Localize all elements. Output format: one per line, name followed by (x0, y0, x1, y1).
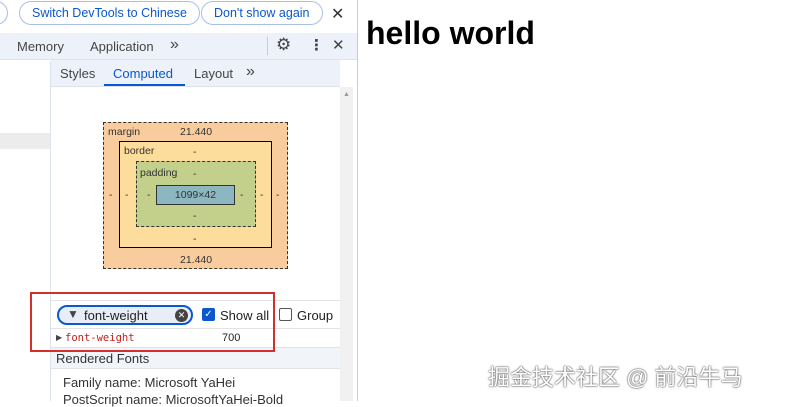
font-family-name: Family name: Microsoft YaHei (63, 375, 236, 390)
padding-left-value[interactable]: - (147, 189, 151, 201)
margin-right-value[interactable]: - (276, 189, 280, 201)
switch-to-chinese-button[interactable]: Switch DevTools to Chinese (19, 1, 200, 25)
divider (267, 37, 268, 55)
close-infobar-icon[interactable]: ✕ (331, 4, 344, 24)
highlight-annotation (30, 292, 275, 352)
watermark: 掘金技术社区 @ 前沿牛马 (488, 365, 743, 390)
padding-right-value[interactable]: - (240, 189, 244, 201)
font-postscript-name: PostScript name: MicrosoftYaHei-Bold (63, 392, 284, 407)
settings-gear-icon[interactable]: ⚙ (276, 35, 291, 55)
more-subtabs-icon[interactable]: » (246, 63, 255, 81)
tab-styles[interactable]: Styles (60, 66, 95, 81)
border-right-value[interactable]: - (260, 189, 264, 201)
scrollbar[interactable] (340, 87, 353, 401)
group-checkbox[interactable] (279, 308, 292, 321)
border-bottom-value[interactable]: - (193, 233, 197, 245)
border-top-value[interactable]: - (193, 146, 197, 158)
tab-layout[interactable]: Layout (194, 66, 233, 81)
tab-application[interactable]: Application (90, 39, 154, 54)
padding-top-value[interactable]: - (193, 168, 197, 180)
padding-label: padding (140, 167, 178, 179)
sidebar-tabbar: Styles Computed Layout » (51, 60, 340, 87)
more-tabs-icon[interactable]: » (170, 36, 179, 54)
infobar-button-partial[interactable] (0, 1, 8, 25)
selected-node-row[interactable] (0, 133, 50, 149)
margin-left-value[interactable]: - (109, 189, 113, 201)
margin-label: margin (108, 126, 141, 138)
padding-bottom-value[interactable]: - (193, 210, 197, 222)
devtools-tabbar: Memory Application » ⚙ ⋮ ✕ (0, 33, 357, 60)
devtools-page-divider[interactable] (357, 0, 358, 401)
more-options-icon[interactable]: ⋮ (309, 36, 324, 54)
page-heading: hello world (366, 15, 535, 51)
border-left-value[interactable]: - (125, 189, 129, 201)
close-devtools-icon[interactable]: ✕ (332, 36, 345, 54)
rendered-fonts-title: Rendered Fonts (56, 351, 150, 366)
dont-show-again-button[interactable]: Don't show again (201, 1, 323, 25)
border-label: border (124, 145, 155, 157)
tab-memory[interactable]: Memory (17, 39, 64, 54)
tab-computed[interactable]: Computed (113, 66, 173, 81)
margin-top-value[interactable]: 21.440 (180, 126, 212, 138)
active-tab-indicator (104, 84, 185, 86)
content-box: 1099×42 (156, 185, 235, 205)
group-label[interactable]: Group (297, 308, 333, 323)
margin-bottom-value[interactable]: 21.440 (180, 254, 212, 266)
scroll-up-icon[interactable]: ▲ (343, 91, 350, 98)
